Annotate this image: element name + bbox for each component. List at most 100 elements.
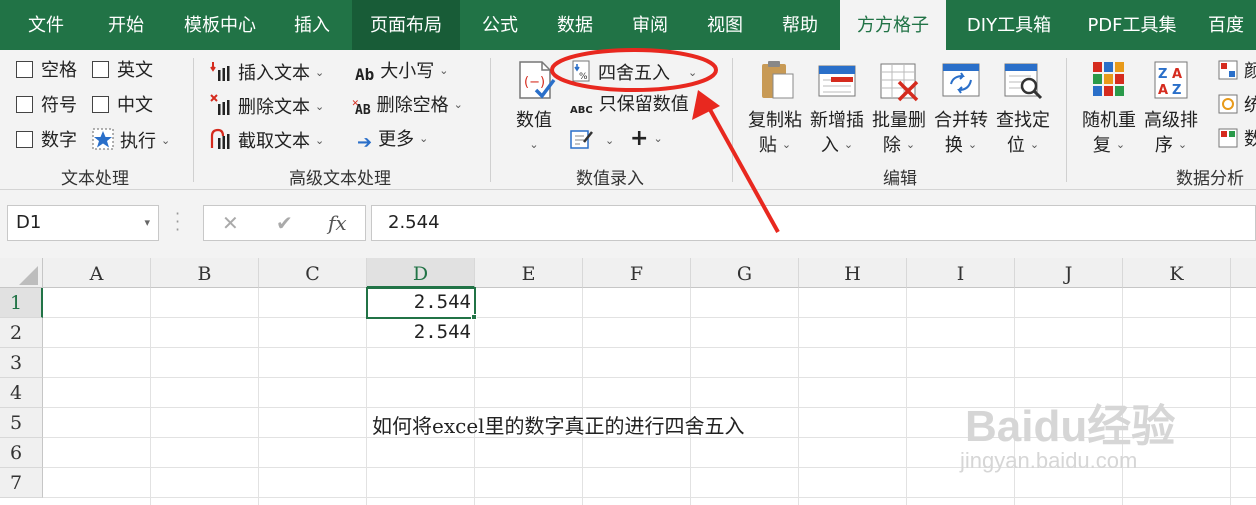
tab-baidu[interactable]: 百度 xyxy=(1196,0,1256,50)
column-header-b[interactable]: B xyxy=(151,258,259,288)
checkbox-english[interactable]: 英文 xyxy=(92,60,153,82)
group-label-numeric-entry: 数值录入 xyxy=(576,169,644,189)
advanced-sort-button[interactable]: ZAAZ 高级排 序 ⌄ xyxy=(1140,58,1202,158)
random-repeat-button[interactable]: 随机重 复 ⌄ xyxy=(1078,58,1140,158)
color-stat-button[interactable]: 颜 xyxy=(1218,60,1256,86)
edit-button[interactable]: ⌄ xyxy=(570,128,614,156)
enter-icon[interactable]: ✔ xyxy=(276,211,293,235)
svg-text:%: % xyxy=(579,72,588,82)
column-header-i[interactable]: I xyxy=(907,258,1015,288)
row-header-7[interactable]: 7 xyxy=(0,468,43,498)
extract-text-button[interactable]: 截取文本 ⌄ xyxy=(210,128,324,156)
tab-insert[interactable]: 插入 xyxy=(276,0,348,50)
selected-cell-border xyxy=(366,287,476,319)
column-header-d[interactable]: D xyxy=(367,258,475,288)
case-icon: Ab xyxy=(355,65,375,84)
column-header-g[interactable]: G xyxy=(691,258,799,288)
gridline xyxy=(1230,288,1231,505)
row-header-3[interactable]: 3 xyxy=(0,348,43,378)
chevron-down-icon: ⌄ xyxy=(653,132,663,145)
group-divider xyxy=(490,58,491,182)
column-header-partial[interactable] xyxy=(1231,258,1256,288)
gridline xyxy=(150,288,151,505)
numeric-button[interactable]: (−) 数值 ⌄ xyxy=(506,58,562,158)
column-header-j[interactable]: J xyxy=(1015,258,1123,288)
delete-text-button[interactable]: 删除文本 ⌄ xyxy=(210,94,324,122)
formula-input[interactable]: 2.544 xyxy=(371,205,1256,241)
tab-fangfang-gezi[interactable]: 方方格子 xyxy=(840,0,946,50)
column-header-f[interactable]: F xyxy=(583,258,691,288)
tab-home[interactable]: 开始 xyxy=(90,0,162,50)
statistics-button[interactable]: 统 xyxy=(1218,94,1256,120)
gridline xyxy=(474,288,475,505)
data-button[interactable]: 数 xyxy=(1218,128,1256,154)
round-icon: % xyxy=(570,60,592,88)
copy-paste-button[interactable]: 复制粘 贴 ⌄ xyxy=(744,58,806,158)
row-header-4[interactable]: 4 xyxy=(0,378,43,408)
chevron-down-icon: ⌄ xyxy=(688,66,698,79)
chevron-down-icon: ▾ xyxy=(144,216,150,229)
find-locate-button[interactable]: 查找定 位 ⌄ xyxy=(992,58,1054,158)
chevron-down-icon: ⌄ xyxy=(781,138,792,151)
tab-review[interactable]: 审阅 xyxy=(614,0,686,50)
column-header-c[interactable]: C xyxy=(259,258,367,288)
tab-page-layout[interactable]: 页面布局 xyxy=(352,0,460,50)
keep-values-button[interactable]: ABC 只保留数值 xyxy=(570,94,689,122)
merge-convert-button[interactable]: 合并转 换 ⌄ xyxy=(930,58,992,158)
row-header-2[interactable]: 2 xyxy=(0,318,43,348)
extract-text-icon xyxy=(210,128,232,156)
gridline xyxy=(798,288,799,505)
drag-handle-icon[interactable]: · · · xyxy=(175,206,180,238)
case-button[interactable]: Ab 大小写 ⌄ xyxy=(355,60,448,86)
column-header-e[interactable]: E xyxy=(475,258,583,288)
tab-template-center[interactable]: 模板中心 xyxy=(168,0,272,50)
baidu-watermark-url: jingyan.baidu.com xyxy=(960,448,1138,473)
name-box[interactable]: D1 ▾ xyxy=(7,205,159,241)
chevron-down-icon: ⌄ xyxy=(967,138,978,151)
chevron-down-icon: ⌄ xyxy=(453,98,463,111)
tab-diy-toolbox[interactable]: DIY工具箱 xyxy=(950,0,1068,50)
plus-button[interactable]: + ⌄ xyxy=(630,128,663,151)
fill-handle[interactable] xyxy=(471,314,477,320)
batch-delete-button[interactable]: 批量删 除 ⌄ xyxy=(868,58,930,158)
checkbox-space[interactable]: 空格 xyxy=(16,60,77,82)
fx-icon[interactable]: fx xyxy=(328,211,347,235)
row-header-5[interactable]: 5 xyxy=(0,408,43,438)
tab-pdf-tools[interactable]: PDF工具集 xyxy=(1072,0,1192,50)
checkbox-number[interactable]: 数字 xyxy=(16,130,77,152)
column-header-h[interactable]: H xyxy=(799,258,907,288)
abc-icon: ABC xyxy=(570,105,593,116)
column-header-k[interactable]: K xyxy=(1123,258,1231,288)
row-header-6[interactable]: 6 xyxy=(0,438,43,468)
chevron-down-icon: ⌄ xyxy=(1029,138,1040,151)
tab-formulas[interactable]: 公式 xyxy=(464,0,536,50)
stat-icon xyxy=(1218,94,1238,120)
cell-d2[interactable]: 2.544 xyxy=(367,321,471,343)
chevron-down-icon: ⌄ xyxy=(905,138,916,151)
select-all-corner[interactable] xyxy=(0,258,43,288)
checkbox-chinese[interactable]: 中文 xyxy=(92,95,153,117)
execute-button[interactable]: 执行 ⌄ xyxy=(92,128,170,156)
tab-view[interactable]: 视图 xyxy=(690,0,760,50)
more-button[interactable]: ➔ 更多 ⌄ xyxy=(357,128,428,154)
group-divider xyxy=(732,58,733,182)
column-header-a[interactable]: A xyxy=(43,258,151,288)
checkbox-symbol[interactable]: 符号 xyxy=(16,95,77,117)
add-insert-button[interactable]: 新增插 入 ⌄ xyxy=(806,58,868,158)
ribbon: 空格 英文 符号 中文 数字 执行 ⌄ 文本处理 插入文本 ⌄ 删除文本 ⌄ 截取文本… xyxy=(0,50,1256,190)
tab-file[interactable]: 文件 xyxy=(8,0,84,50)
cancel-icon[interactable]: ✕ xyxy=(222,211,239,235)
cell-d5-note[interactable]: 如何将excel里的数字真正的进行四舍五入 xyxy=(372,410,745,439)
gridline xyxy=(690,288,691,505)
delete-text-icon xyxy=(210,94,232,122)
round-button[interactable]: % 四舍五入 ⌄ xyxy=(570,60,697,88)
insert-text-button[interactable]: 插入文本 ⌄ xyxy=(210,60,324,88)
tab-help[interactable]: 帮助 xyxy=(764,0,836,50)
chevron-down-icon: ⌄ xyxy=(1115,138,1126,151)
spreadsheet-grid: A B C D E F G H I J K 1 2 3 4 5 6 7 2.54… xyxy=(0,258,1256,505)
chevron-down-icon: ⌄ xyxy=(439,64,449,77)
chevron-down-icon: ⌄ xyxy=(605,134,615,147)
delete-spaces-button[interactable]: ✕ AB 删除空格 ⌄ xyxy=(352,94,463,122)
row-header-1[interactable]: 1 xyxy=(0,288,43,318)
tab-data[interactable]: 数据 xyxy=(540,0,610,50)
